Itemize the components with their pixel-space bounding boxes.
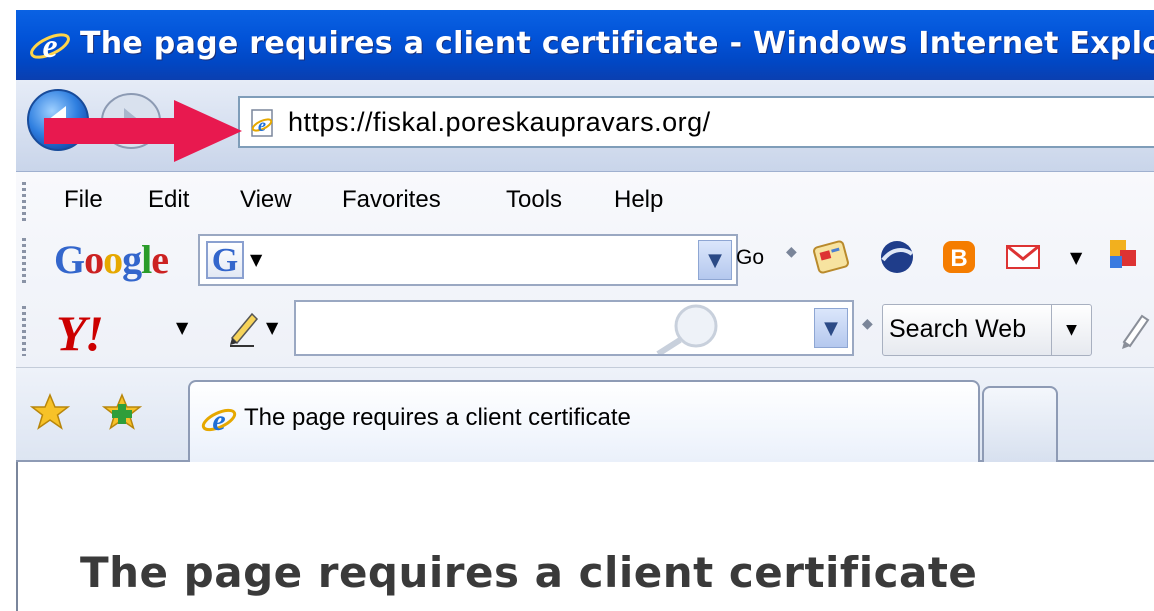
menu-help[interactable]: Help — [614, 186, 663, 214]
new-tab-button[interactable] — [982, 386, 1058, 462]
menu-favorites[interactable]: Favorites — [342, 186, 441, 214]
separator-icon: ◆ — [862, 316, 873, 332]
yahoo-search-dropdown-button[interactable]: ▼ — [814, 308, 848, 348]
menu-file[interactable]: File — [64, 186, 103, 214]
google-logo[interactable]: Google — [54, 236, 169, 283]
page-content: The page requires a client certificate — [16, 462, 1154, 611]
page-heading: The page requires a client certificate — [80, 548, 978, 597]
pencil-dropdown-icon[interactable]: ▼ — [266, 318, 278, 337]
menu-bar: File Edit View Favorites Tools Help — [16, 172, 1154, 230]
google-earth-icon[interactable] — [878, 238, 916, 276]
search-web-label: Search Web — [889, 315, 1027, 343]
toolbar-area: File Edit View Favorites Tools Help Goog… — [16, 172, 1154, 368]
ie-logo-icon: e — [30, 28, 70, 65]
chevron-down-icon[interactable]: ▼ — [250, 250, 262, 269]
google-g-icon[interactable]: G — [206, 241, 244, 279]
address-url: https://fiskal.poreskaupravars.org/ — [288, 107, 711, 137]
gmail-dropdown-icon[interactable]: ▼ — [1070, 248, 1082, 267]
page-icon: e — [251, 109, 273, 137]
highlighter-icon[interactable] — [1114, 308, 1154, 352]
google-toolbar: Google G ▼ ▼ Go ◆ B ▼ — [16, 230, 1154, 296]
tab-label: The page requires a client certificate — [244, 404, 631, 431]
yahoo-search-input[interactable]: ▼ — [294, 300, 854, 356]
red-arrow-icon — [44, 100, 242, 162]
svg-text:e: e — [258, 115, 266, 135]
news-icon[interactable] — [812, 238, 850, 276]
svg-text:e: e — [212, 404, 225, 437]
tab-strip: e The page requires a client certificate — [16, 368, 1154, 462]
search-web-button[interactable]: Search Web ▼ — [882, 304, 1092, 356]
pencil-icon[interactable] — [224, 308, 264, 348]
window-title: The page requires a client certificate -… — [80, 26, 1154, 61]
google-search-input[interactable]: G ▼ ▼ — [198, 234, 738, 286]
favorites-star-icon[interactable] — [30, 392, 70, 432]
more-icon[interactable] — [1104, 236, 1142, 274]
chevron-down-icon[interactable]: ▼ — [1051, 305, 1091, 355]
separator-icon: ◆ — [786, 244, 797, 260]
google-search-dropdown-button[interactable]: ▼ — [698, 240, 732, 280]
yahoo-logo[interactable]: Y! — [56, 304, 104, 362]
go-button[interactable]: Go — [736, 246, 764, 270]
svg-text:e: e — [42, 28, 57, 65]
add-favorites-icon[interactable] — [102, 392, 142, 432]
yahoo-toolbar: Y! ▼ ▼ ▼ ◆ Search Web ▼ — [16, 296, 1154, 366]
blogger-icon[interactable]: B — [940, 238, 978, 276]
ie-page-icon: e — [201, 404, 237, 437]
menu-edit[interactable]: Edit — [148, 186, 189, 214]
gmail-icon[interactable] — [1004, 238, 1042, 276]
window-title-bar: e The page requires a client certificate… — [16, 10, 1154, 80]
menu-view[interactable]: View — [240, 186, 292, 214]
magnifier-watermark-icon — [656, 304, 718, 354]
yahoo-menu-dropdown-icon[interactable]: ▼ — [176, 318, 188, 337]
menu-tools[interactable]: Tools — [506, 186, 562, 214]
address-bar[interactable]: e https://fiskal.poreskaupravars.org/ — [238, 96, 1154, 148]
svg-text:B: B — [950, 245, 967, 272]
tab-client-certificate[interactable]: e The page requires a client certificate — [188, 380, 980, 462]
